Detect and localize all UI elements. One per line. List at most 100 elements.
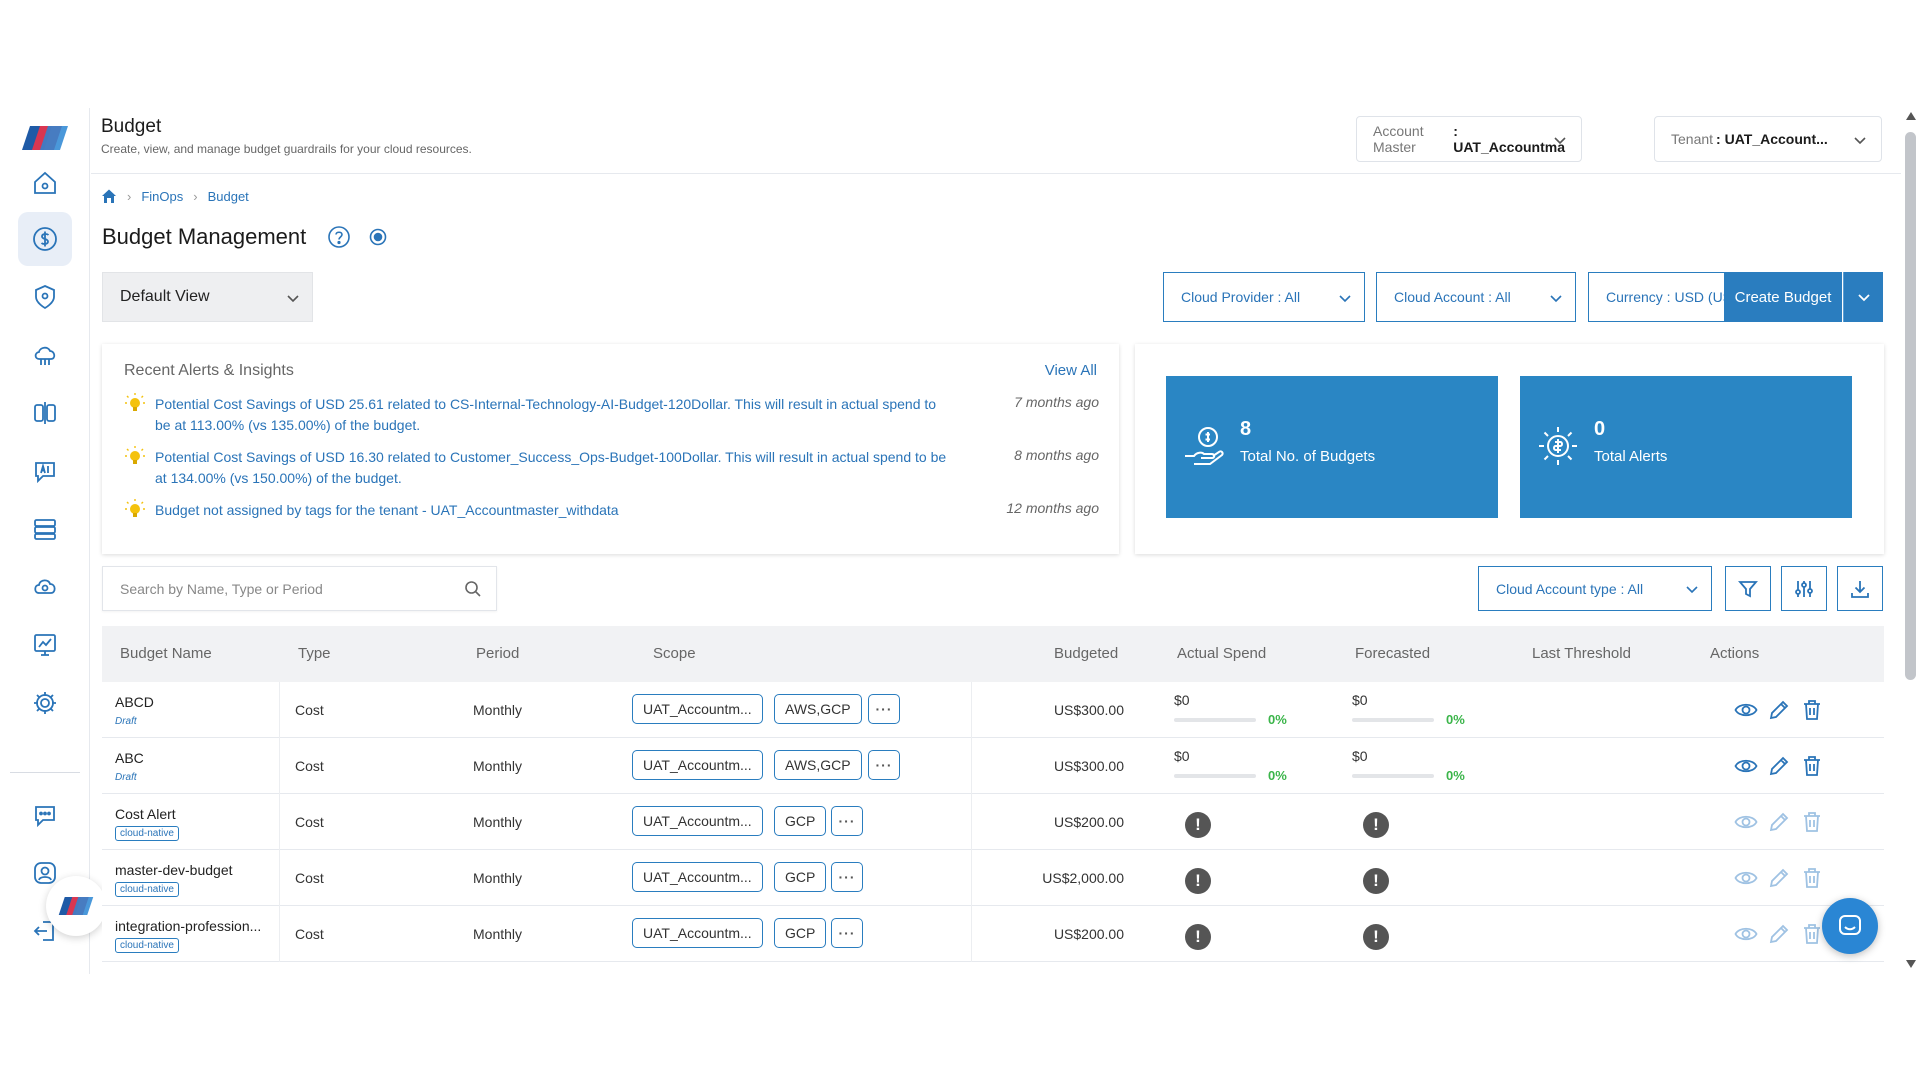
nav-compare-icon[interactable] bbox=[18, 386, 72, 440]
nav-ai-assistant-icon[interactable] bbox=[18, 444, 72, 498]
target-icon[interactable] bbox=[369, 228, 387, 246]
name-cell: ABC Draft bbox=[102, 738, 280, 794]
search-input[interactable]: Search by Name, Type or Period bbox=[102, 566, 497, 611]
alert-item[interactable]: Potential Cost Savings of USD 25.61 rela… bbox=[124, 392, 1099, 436]
budget-name[interactable]: integration-profession... bbox=[115, 918, 273, 934]
home-icon[interactable] bbox=[101, 188, 117, 204]
col-forecasted[interactable]: Forecasted bbox=[1355, 645, 1430, 662]
breadcrumb-finops[interactable]: FinOps bbox=[141, 189, 183, 204]
delete-trash-icon[interactable] bbox=[1800, 754, 1824, 778]
scope-provider-chip[interactable]: AWS,GCP bbox=[774, 750, 862, 780]
nav-finops-dollar-icon[interactable] bbox=[18, 212, 72, 266]
scope-more-button[interactable]: ··· bbox=[831, 862, 863, 892]
table-row[interactable]: Cost Alert cloud-native Cost Monthly UAT… bbox=[102, 794, 1884, 850]
scope-account-chip[interactable]: UAT_Accountm... bbox=[632, 750, 763, 780]
edit-pencil-icon[interactable] bbox=[1767, 922, 1791, 946]
scope-more-button[interactable]: ··· bbox=[831, 918, 863, 948]
scope-provider-chip[interactable]: GCP bbox=[774, 862, 827, 892]
col-period[interactable]: Period bbox=[476, 645, 519, 662]
scrollbar-thumb[interactable] bbox=[1905, 132, 1916, 680]
view-eye-icon[interactable] bbox=[1734, 754, 1758, 778]
view-eye-icon[interactable] bbox=[1734, 922, 1758, 946]
edit-pencil-icon[interactable] bbox=[1767, 754, 1791, 778]
scope-more-button[interactable]: ··· bbox=[831, 806, 863, 836]
budget-name[interactable]: master-dev-budget bbox=[115, 862, 273, 878]
delete-trash-icon[interactable] bbox=[1800, 810, 1824, 834]
scroll-up-arrow-icon[interactable] bbox=[1906, 112, 1916, 120]
delete-trash-icon[interactable] bbox=[1800, 922, 1824, 946]
help-icon[interactable] bbox=[327, 225, 351, 249]
tenant-label: Tenant bbox=[1671, 131, 1714, 147]
chat-launcher-button[interactable] bbox=[1822, 898, 1878, 954]
filter-button[interactable] bbox=[1725, 566, 1771, 611]
tenant-select[interactable]: Tenant: UAT_Account... bbox=[1654, 116, 1882, 162]
scope-provider-chip[interactable]: GCP bbox=[774, 806, 827, 836]
cloud-account-type-select[interactable]: Cloud Account type : All bbox=[1478, 566, 1712, 611]
budget-period: Monthly bbox=[473, 702, 523, 718]
account-master-select[interactable]: Account Master: UAT_Accountma bbox=[1356, 116, 1582, 162]
edit-pencil-icon[interactable] bbox=[1767, 810, 1791, 834]
view-eye-icon[interactable] bbox=[1734, 866, 1758, 890]
scope-more-button[interactable]: ··· bbox=[868, 694, 900, 724]
kpi-budgets-value: 8 bbox=[1240, 418, 1252, 440]
table-row[interactable]: master-dev-budget cloud-native Cost Mont… bbox=[102, 850, 1884, 906]
page-scrollbar[interactable] bbox=[1901, 108, 1920, 974]
delete-trash-icon[interactable] bbox=[1800, 698, 1824, 722]
chat-bubble-icon bbox=[1839, 915, 1861, 935]
budget-period: Monthly bbox=[473, 814, 523, 830]
download-button[interactable] bbox=[1837, 566, 1883, 611]
main-content: Budget Create, view, and manage budget g… bbox=[91, 108, 1901, 974]
create-budget-button[interactable]: Create Budget bbox=[1724, 272, 1842, 322]
table-row[interactable]: ABC Draft Cost Monthly UAT_Accountm... A… bbox=[102, 738, 1884, 794]
column-settings-button[interactable] bbox=[1781, 566, 1827, 611]
budget-name[interactable]: Cost Alert bbox=[115, 806, 273, 822]
cloud-account-select[interactable]: Cloud Account : All bbox=[1376, 272, 1576, 322]
nav-chat-support-icon[interactable] bbox=[18, 788, 72, 842]
scope-account-chip[interactable]: UAT_Accountm... bbox=[632, 806, 763, 836]
page-title: Budget Management bbox=[102, 224, 307, 249]
nav-home-icon[interactable] bbox=[18, 156, 72, 210]
nav-reports-chart-icon[interactable] bbox=[18, 618, 72, 672]
brand-logo-icon[interactable] bbox=[22, 122, 68, 154]
scope-provider-chip[interactable]: AWS,GCP bbox=[774, 694, 862, 724]
kpi-total-alerts[interactable]: 0 Total Alerts bbox=[1520, 376, 1852, 518]
nav-servers-icon[interactable] bbox=[18, 502, 72, 556]
view-eye-icon[interactable] bbox=[1734, 810, 1758, 834]
nav-cloud-network-icon[interactable] bbox=[18, 328, 72, 382]
nav-cloud-user-icon[interactable] bbox=[18, 560, 72, 614]
scope-account-chip[interactable]: UAT_Accountm... bbox=[632, 862, 763, 892]
name-cell: ABCD Draft bbox=[102, 682, 280, 738]
cloud-provider-select[interactable]: Cloud Provider : All bbox=[1163, 272, 1365, 322]
view-select[interactable]: Default View bbox=[102, 272, 313, 322]
budget-name[interactable]: ABCD bbox=[115, 694, 273, 710]
edit-pencil-icon[interactable] bbox=[1767, 698, 1791, 722]
edit-pencil-icon[interactable] bbox=[1767, 866, 1791, 890]
col-budget-name[interactable]: Budget Name bbox=[120, 645, 212, 662]
create-budget-dropdown-button[interactable] bbox=[1843, 272, 1883, 322]
scope-account-chip[interactable]: UAT_Accountm... bbox=[632, 918, 763, 948]
view-eye-icon[interactable] bbox=[1734, 698, 1758, 722]
col-actual-spend[interactable]: Actual Spend bbox=[1177, 645, 1266, 662]
col-type[interactable]: Type bbox=[298, 645, 331, 662]
view-all-link[interactable]: View All bbox=[1045, 362, 1097, 379]
scope-account-chip[interactable]: UAT_Accountm... bbox=[632, 694, 763, 724]
table-row[interactable]: ABCD Draft Cost Monthly UAT_Accountm... … bbox=[102, 682, 1884, 738]
col-scope[interactable]: Scope bbox=[653, 645, 696, 662]
alert-item[interactable]: Potential Cost Savings of USD 16.30 rela… bbox=[124, 445, 1099, 489]
nav-security-shield-icon[interactable] bbox=[18, 270, 72, 324]
table-row[interactable]: integration-profession... cloud-native C… bbox=[102, 906, 1884, 962]
actual-amount: $0 bbox=[1174, 692, 1190, 708]
budget-type: Cost bbox=[295, 870, 324, 886]
col-budgeted[interactable]: Budgeted bbox=[1054, 645, 1118, 662]
col-last-threshold[interactable]: Last Threshold bbox=[1532, 645, 1631, 662]
scope-more-button[interactable]: ··· bbox=[868, 750, 900, 780]
kpi-total-budgets[interactable]: 8 Total No. of Budgets bbox=[1166, 376, 1498, 518]
budget-name[interactable]: ABC bbox=[115, 750, 273, 766]
scroll-down-arrow-icon[interactable] bbox=[1906, 960, 1916, 968]
app-subtitle: Create, view, and manage budget guardrai… bbox=[101, 142, 472, 156]
breadcrumb-budget[interactable]: Budget bbox=[208, 189, 249, 204]
alert-item[interactable]: Budget not assigned by tags for the tena… bbox=[124, 498, 1099, 522]
scope-provider-chip[interactable]: GCP bbox=[774, 918, 827, 948]
nav-settings-gear-icon[interactable] bbox=[18, 676, 72, 730]
delete-trash-icon[interactable] bbox=[1800, 866, 1824, 890]
